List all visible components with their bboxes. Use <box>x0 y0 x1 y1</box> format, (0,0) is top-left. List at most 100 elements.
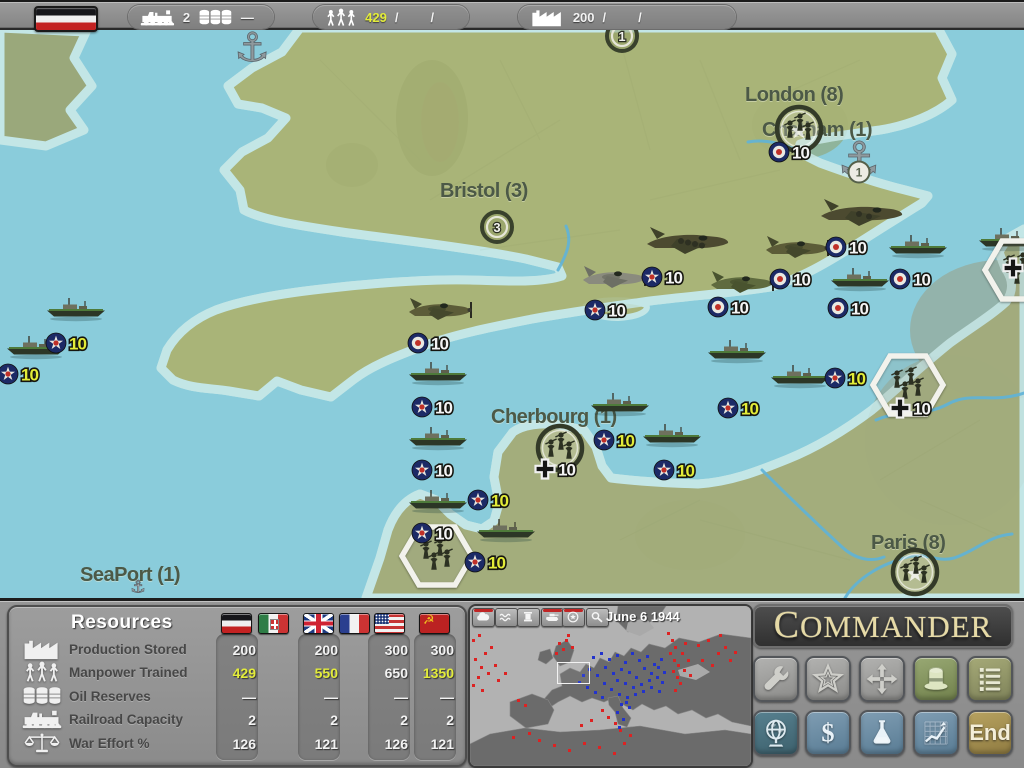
strength-value: 10 <box>21 366 38 385</box>
stat-value: 429 <box>365 10 387 25</box>
strength-value: 10 <box>849 239 866 258</box>
list-icon[interactable] <box>967 656 1013 702</box>
oil-icon <box>198 8 233 27</box>
strength-value: 10 <box>608 302 625 321</box>
strength-value: 10 <box>913 400 930 419</box>
flask-icon[interactable] <box>859 710 905 756</box>
resource-value: 126 <box>218 736 256 752</box>
flag-uk <box>303 613 334 634</box>
svg-text:3: 3 <box>493 220 500 235</box>
strength-value: 10 <box>851 300 868 319</box>
resource-value: 200 <box>300 642 338 658</box>
top-status-bar: 2—429//200// <box>0 0 1024 30</box>
minimap-europe <box>470 606 751 766</box>
minimap-filter-star-circle-icon[interactable] <box>562 608 585 627</box>
stat-value: / <box>395 10 399 25</box>
stat-value: 200 <box>573 10 595 25</box>
minimap-filter-waves-icon[interactable] <box>495 608 518 627</box>
resource-row-label: War Effort % <box>69 736 150 751</box>
resource-value: 550 <box>300 665 338 681</box>
strength-value: 10 <box>792 144 809 163</box>
star-icon[interactable] <box>805 656 851 702</box>
end-button[interactable]: End <box>967 710 1013 756</box>
city-marker[interactable]: 3 <box>482 212 512 242</box>
end-turn-label: End <box>969 712 1011 754</box>
resource-value: 121 <box>416 736 454 752</box>
minimap[interactable]: June 6 1944 <box>468 604 753 768</box>
move-icon[interactable] <box>859 656 905 702</box>
nation-flag-button[interactable] <box>34 6 98 32</box>
stat-rail-oil: 2— <box>128 5 274 29</box>
resource-value: 650 <box>370 665 408 681</box>
resource-value: 300 <box>416 642 454 658</box>
stat-value: — <box>241 10 254 25</box>
resource-value: 2 <box>300 712 338 728</box>
stat-value: / <box>603 10 607 25</box>
train-icon <box>140 8 175 27</box>
manpower-icon <box>325 8 357 27</box>
svg-text:⚓: ⚓ <box>234 25 270 71</box>
resources-title: Resources <box>71 612 173 634</box>
svg-text:1: 1 <box>618 29 625 44</box>
strength-value: 10 <box>617 432 634 451</box>
resource-row-label: Manpower Trained <box>69 665 188 680</box>
map-unit-infantry[interactable] <box>893 550 937 594</box>
svg-text:1: 1 <box>856 166 863 180</box>
strength-value: 10 <box>69 335 86 354</box>
command-panel: COMMANDER $ End <box>753 604 1017 764</box>
strength-value: 10 <box>665 269 682 288</box>
factory-icon <box>530 8 565 27</box>
chart-icon[interactable] <box>913 710 959 756</box>
strength-value: 10 <box>558 461 575 480</box>
resource-value: 2 <box>370 712 408 728</box>
wrench-icon[interactable] <box>753 656 799 702</box>
globe-icon[interactable] <box>753 710 799 756</box>
strength-value: 10 <box>488 554 505 573</box>
stat-value: / <box>638 10 642 25</box>
resource-value: 121 <box>300 736 338 752</box>
dollar-icon[interactable]: $ <box>805 710 851 756</box>
bottom-panel: Resources Production Stored200200300300M… <box>0 598 1024 768</box>
resource-value: — <box>300 689 338 705</box>
flag-france <box>339 613 370 634</box>
resource-value: — <box>416 689 454 705</box>
minimap-viewport[interactable] <box>557 662 590 684</box>
tophat-icon[interactable] <box>913 656 959 702</box>
resource-value: — <box>370 689 408 705</box>
stat-value: / <box>430 10 434 25</box>
minimap-filter-cloud-icon[interactable] <box>472 608 495 627</box>
resource-row-label: Production Stored <box>69 642 187 657</box>
strength-value: 10 <box>677 462 694 481</box>
stat-production: 200 / / <box>518 5 736 29</box>
stat-manpower: 429 / / <box>313 5 469 29</box>
resource-value: 2 <box>218 712 256 728</box>
flag-germany <box>221 613 252 634</box>
city-label: SeaPort (1) <box>80 564 180 586</box>
resource-value: — <box>218 689 256 705</box>
strength-value: 10 <box>491 492 508 511</box>
resource-value: 429 <box>218 665 256 681</box>
city-label: Bristol (3) <box>440 180 528 202</box>
campaign-map[interactable]: 31⚓⚓1⚓ London (8)Chatham (1)Bristol (3)C… <box>0 0 1024 598</box>
minimap-filter-tank-icon[interactable] <box>541 608 564 627</box>
strength-value: 10 <box>731 299 748 318</box>
game-date: June 6 1944 <box>606 609 680 624</box>
strength-value: 10 <box>431 335 448 354</box>
strength-value: 10 <box>793 271 810 290</box>
svg-text:$: $ <box>821 719 834 748</box>
game-screen: 31⚓⚓1⚓ London (8)Chatham (1)Bristol (3)C… <box>0 0 1024 768</box>
resource-value: 1350 <box>416 665 454 681</box>
resources-panel: Resources Production Stored200200300300M… <box>7 605 467 767</box>
resource-row-label: Railroad Capacity <box>69 712 183 727</box>
city-label: London (8) <box>745 84 843 106</box>
train-icon <box>21 708 63 735</box>
port-anchor-icon: ⚓ <box>234 25 270 71</box>
strength-value: 10 <box>913 271 930 290</box>
stat-value: 2 <box>183 10 190 25</box>
strength-value: 10 <box>741 400 758 419</box>
strength-value: 10 <box>435 399 452 418</box>
manpower-icon <box>21 661 63 688</box>
minimap-filter-pillar-icon[interactable] <box>517 608 540 627</box>
strength-value: 10 <box>435 525 452 544</box>
commander-logo: COMMANDER <box>774 605 993 647</box>
